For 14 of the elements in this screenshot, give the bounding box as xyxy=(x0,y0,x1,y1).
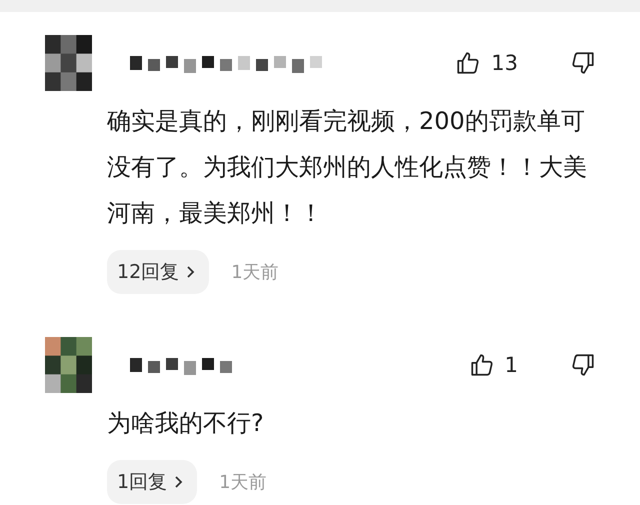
comment-text: 为啥我的不行? xyxy=(107,408,265,439)
replies-button[interactable]: 1回复 xyxy=(107,460,198,504)
chevron-right-icon xyxy=(173,474,184,490)
comment-time: 1天前 xyxy=(231,261,279,284)
thumbs-up-icon[interactable] xyxy=(468,352,495,378)
replies-button[interactable]: 12回复 xyxy=(107,250,210,294)
thumbs-down-icon[interactable] xyxy=(570,50,596,76)
like-count: 13 xyxy=(491,51,518,75)
chevron-right-icon xyxy=(185,264,196,280)
comment-time: 1天前 xyxy=(219,471,267,494)
comment-text: 确实是真的，刚刚看完视频，200的罚款单可没有了。为我们大郑州的人性化点赞！！大美河南，最美郑州！！ xyxy=(107,106,588,229)
thumbs-down-icon[interactable] xyxy=(570,352,596,378)
thumbs-up-icon[interactable] xyxy=(455,50,482,76)
like-count: 1 xyxy=(504,353,518,377)
